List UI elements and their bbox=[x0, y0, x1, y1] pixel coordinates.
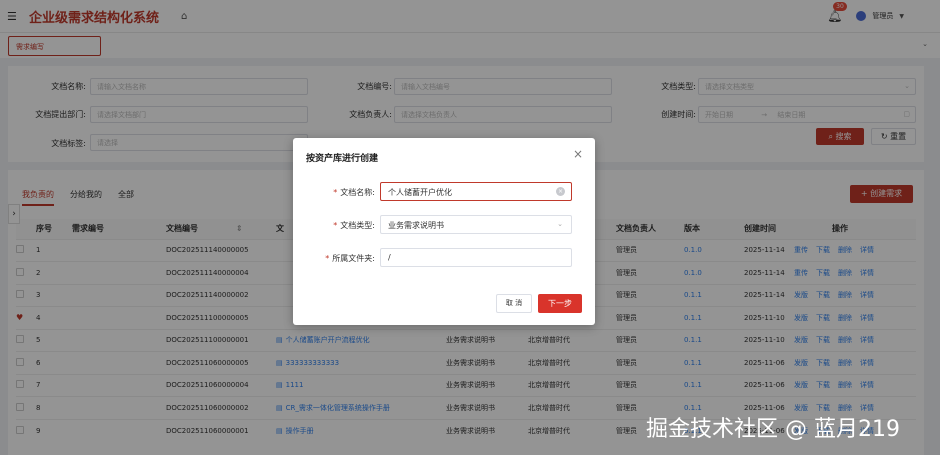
doc-name-field[interactable]: 个人储蓄开户优化 × bbox=[380, 182, 572, 201]
field-label-doc-name: * 文档名称: bbox=[293, 187, 375, 198]
next-step-button[interactable]: 下一步 bbox=[538, 294, 582, 313]
required-mark: * bbox=[325, 254, 330, 263]
clear-icon[interactable]: × bbox=[556, 187, 565, 196]
required-mark: * bbox=[333, 188, 338, 197]
field-label-doc-type-text: 文档类型: bbox=[340, 221, 375, 230]
field-label-doc-type: * 文档类型: bbox=[293, 220, 375, 231]
doc-type-value: 业务需求说明书 bbox=[388, 221, 444, 230]
required-mark: * bbox=[333, 221, 338, 230]
field-label-doc-name-text: 文档名称: bbox=[340, 188, 375, 197]
doc-type-field[interactable]: 业务需求说明书 ⌄ bbox=[380, 215, 572, 234]
cancel-button[interactable]: 取 消 bbox=[496, 294, 532, 313]
field-label-folder-text: 所属文件夹: bbox=[332, 254, 375, 263]
dialog-title: 按资产库进行创建 bbox=[306, 154, 379, 164]
close-icon[interactable]: × bbox=[573, 147, 583, 161]
watermark: 掘金技术社区 @ 蓝月219 bbox=[646, 417, 900, 442]
folder-field[interactable]: / bbox=[380, 248, 572, 267]
chevron-down-icon: ⌄ bbox=[557, 220, 563, 228]
create-from-asset-dialog: 按资产库进行创建 × * 文档名称: 个人储蓄开户优化 × * 文档类型: 业务需求说… bbox=[293, 138, 595, 325]
doc-name-value: 个人储蓄开户优化 bbox=[388, 188, 452, 197]
field-label-folder: * 所属文件夹: bbox=[293, 253, 375, 264]
folder-value: / bbox=[388, 253, 391, 262]
